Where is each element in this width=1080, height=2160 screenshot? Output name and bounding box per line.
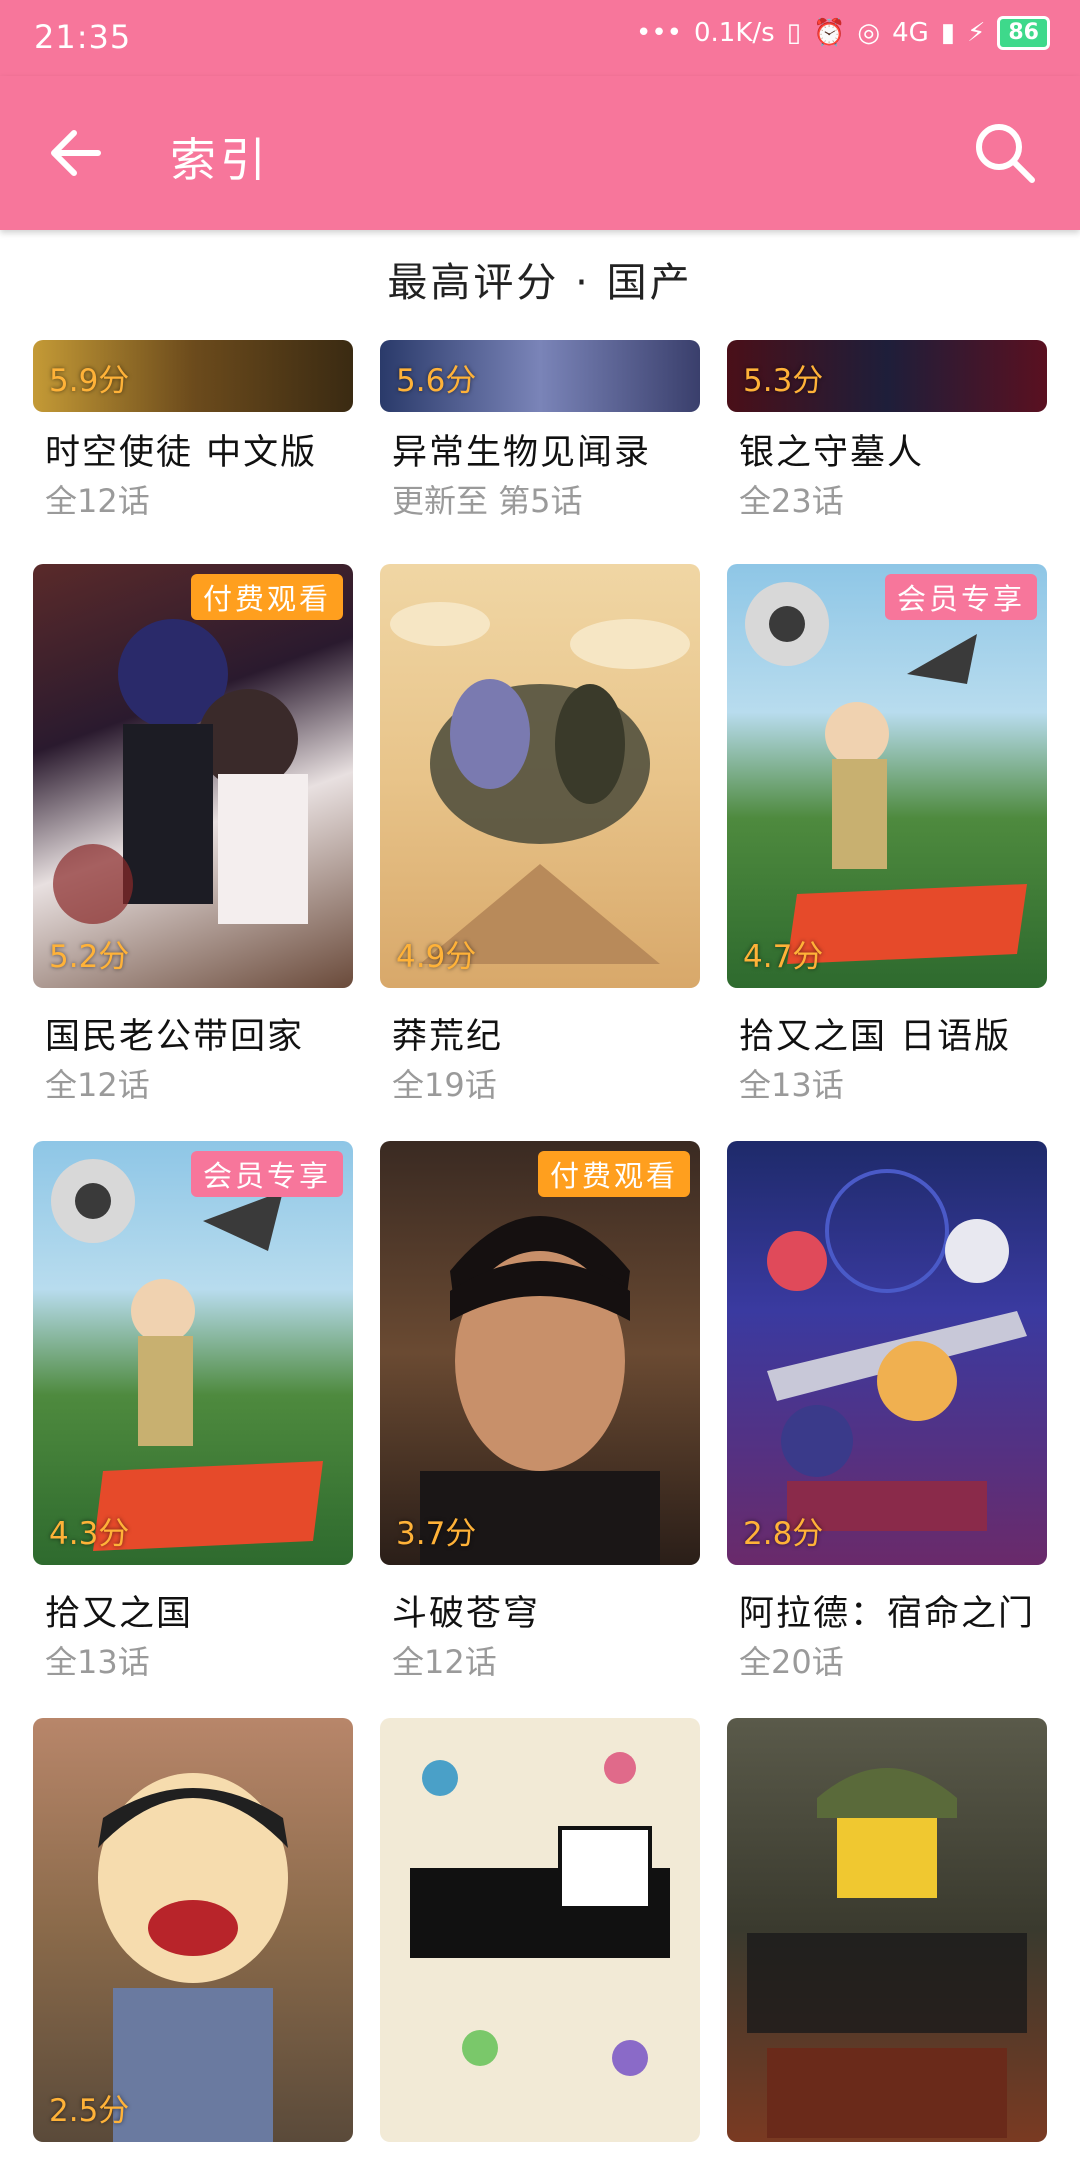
score-label: 4.7分 [743,939,824,975]
anime-title: 拾又之国 日语版 [739,1017,1012,1057]
anime-poster: 会员专享 4.7分 [727,564,1047,988]
more-dots-icon: ••• [635,18,682,48]
charging-icon: ⚡ [967,18,986,48]
score-label: 4.3分 [49,1516,130,1552]
anime-poster: 付费观看 5.2分 [33,564,353,988]
poster-art [390,602,690,964]
episode-count: 全20话 [739,1643,844,1681]
poster-art [747,1768,1027,2138]
status-icons: ••• 0.1K/s ▯ ⏰ ◎ 4G ▮ ⚡ 86 [636,16,1050,50]
anime-poster: 会员专享 4.3分 [33,1141,353,1565]
status-time: 21:35 [34,18,132,56]
page-title: 索引 [170,133,270,187]
anime-poster: 5.3分 [727,340,1047,412]
episode-count: 全12话 [45,1066,150,1104]
anime-poster: 2.5分 [33,1718,353,2142]
episode-count: 全13话 [739,1066,844,1104]
anime-poster [380,1718,700,2142]
arrow-left-icon [51,130,101,176]
anime-grid: 5.9分 时空使徒 中文版 全12话 5.6分 异常生物见闻录 更新至 第5话 … [0,340,1080,2160]
anime-poster: 4.9分 [380,564,700,988]
section-header: 最高评分 · 国产 [387,260,693,306]
score-label: 5.6分 [396,363,477,399]
episode-count: 全23话 [739,482,844,520]
score-label: 5.2分 [49,939,130,975]
score-label: 5.3分 [743,363,824,399]
anime-poster: 2.8分 [727,1141,1047,1565]
network-speed: 0.1K/s [694,18,775,48]
episode-count: 全12话 [392,1643,497,1681]
episode-count: 全13话 [45,1643,150,1681]
status-bar: 21:35 ••• 0.1K/s ▯ ⏰ ◎ 4G ▮ ⚡ 86 [0,0,1080,76]
member-badge: 会员专享 [190,1151,343,1197]
signal-icon: ▮ [940,18,956,48]
search-icon [976,124,1035,183]
anime-title: 拾又之国 [45,1594,194,1634]
poster-art [745,582,1027,964]
paid-badge: 付费观看 [190,574,343,620]
anime-poster: 付费观看 3.7分 [380,1141,700,1565]
anime-poster [727,1718,1047,2142]
poster-art [53,619,308,924]
score-label: 3.7分 [396,1516,477,1552]
score-label: 2.8分 [743,1516,824,1552]
anime-title: 异常生物见闻录 [392,433,652,473]
anime-title: 时空使徒 中文版 [45,433,318,473]
episode-count: 全12话 [45,482,150,520]
search-button[interactable] [970,118,1040,188]
sim-icon: ◎ [857,18,881,48]
back-button[interactable] [44,121,108,185]
anime-title: 阿拉德：宿命之门 [739,1594,1036,1634]
episode-count: 更新至 第5话 [392,482,583,520]
battery-indicator: 86 [997,16,1050,50]
score-label: 4.9分 [396,939,477,975]
score-label: 5.9分 [49,363,130,399]
poster-art [51,1159,323,1551]
vibrate-icon: ▯ [786,18,802,48]
anime-title: 斗破苍穹 [392,1594,541,1634]
anime-poster: 5.6分 [380,340,700,412]
member-badge: 会员专享 [884,574,1037,620]
poster-art [410,1752,670,2076]
poster-art [98,1773,288,2142]
app-bar: 索引 [0,76,1080,230]
anime-title: 国民老公带回家 [45,1017,305,1057]
anime-title: 银之守墓人 [739,433,925,473]
score-label: 2.5分 [49,2093,130,2129]
alarm-icon: ⏰ [813,18,846,48]
poster-art [767,1169,1027,1531]
paid-badge: 付费观看 [537,1151,690,1197]
anime-title: 莽荒纪 [392,1017,504,1057]
poster-art [420,1216,660,1565]
network-type: 4G [892,18,929,48]
anime-poster: 5.9分 [33,340,353,412]
episode-count: 全19话 [392,1066,497,1104]
